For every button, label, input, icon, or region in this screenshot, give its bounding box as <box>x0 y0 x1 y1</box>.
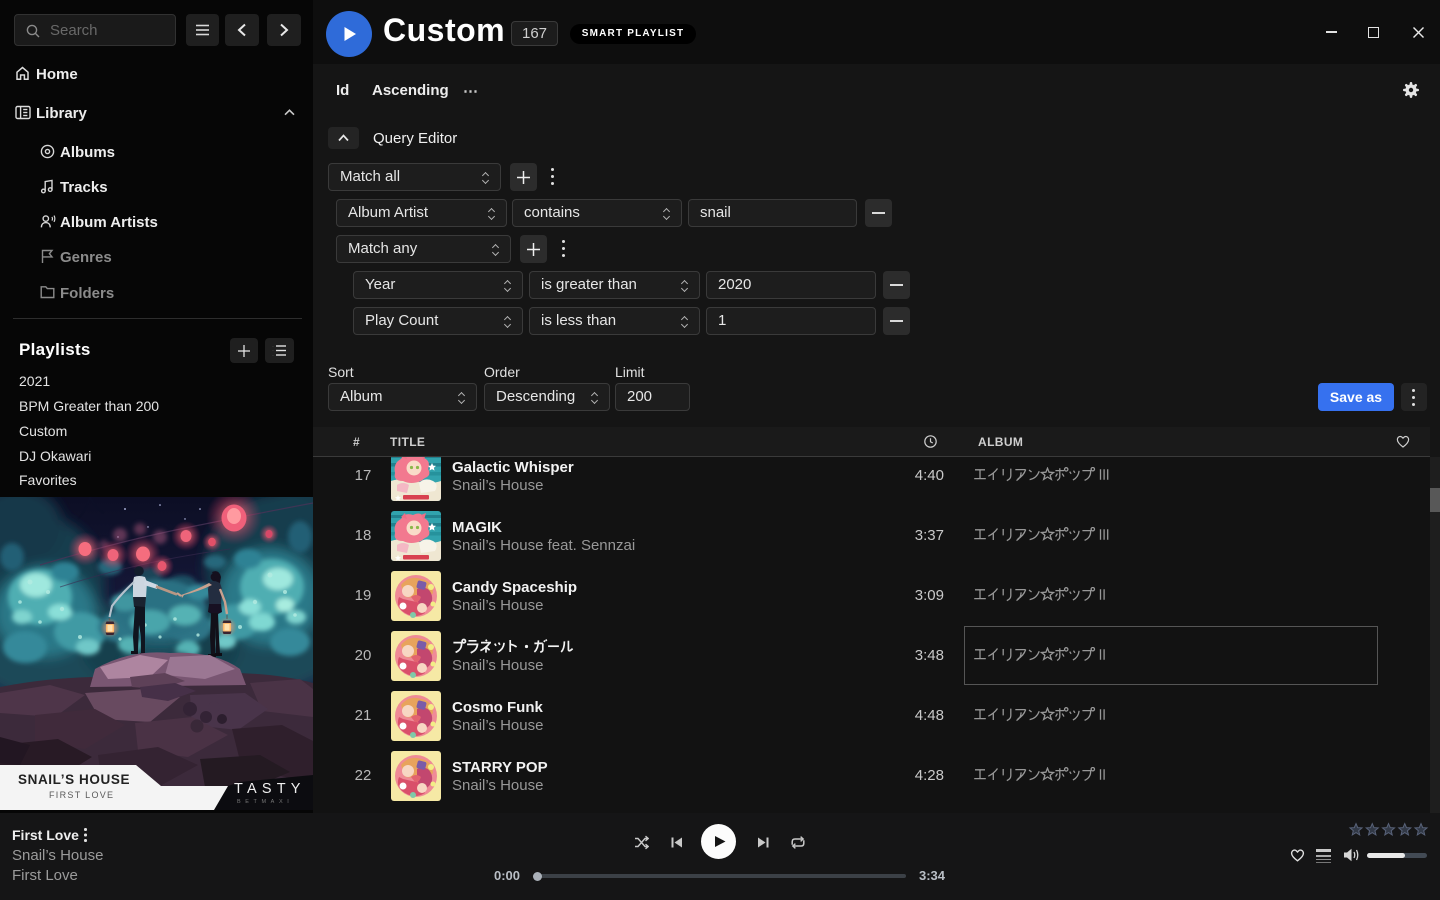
svg-text:FIRST LOVE: FIRST LOVE <box>49 790 114 800</box>
svg-text:TASTY: TASTY <box>234 781 306 797</box>
svg-text:SNAIL’S HOUSE: SNAIL’S HOUSE <box>18 772 130 787</box>
svg-text:BETMAXI: BETMAXI <box>237 799 293 805</box>
